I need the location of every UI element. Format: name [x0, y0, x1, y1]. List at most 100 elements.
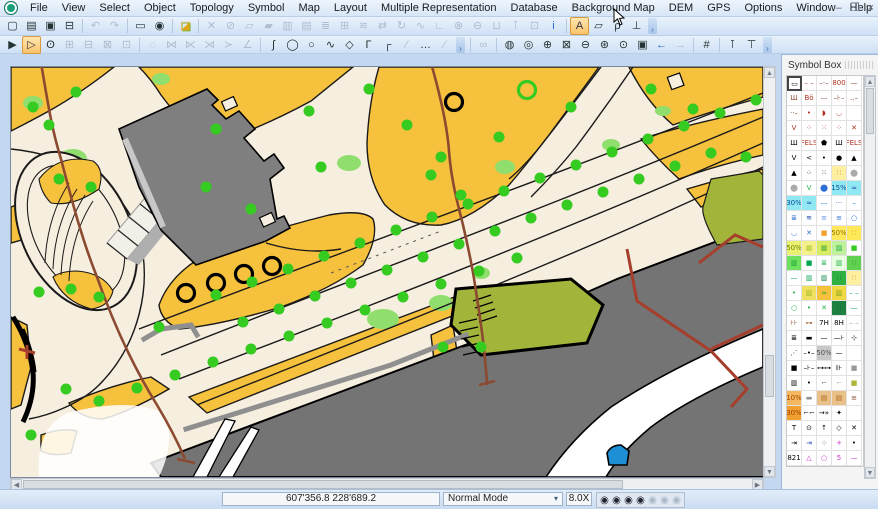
view-entire-map-icon[interactable]: ◉: [150, 17, 169, 35]
symbol-cell[interactable]: ⌐⌐: [802, 406, 817, 421]
symbol-cell[interactable]: ▬: [802, 331, 817, 346]
pan-tool-icon[interactable]: ◍: [500, 36, 519, 54]
map-canvas[interactable]: [10, 66, 764, 478]
mode-dropdown[interactable]: Normal Mode ▾: [443, 492, 563, 506]
symbol-cell[interactable]: 50%: [817, 346, 832, 361]
symbol-cell[interactable]: •: [802, 301, 817, 316]
symbol-cell[interactable]: –⊦–: [802, 361, 817, 376]
symbol-cell[interactable]: ⁘: [802, 121, 817, 136]
symbol-cell[interactable]: ▥: [787, 376, 802, 391]
symbol-cell[interactable]: – –: [847, 316, 862, 331]
symbol-cell[interactable]: ■: [847, 241, 862, 256]
symbol-cell[interactable]: ⊹: [847, 331, 862, 346]
find-objects-icon[interactable]: ∞: [474, 36, 493, 54]
symbol-cell[interactable]: →»: [817, 406, 832, 421]
print-icon[interactable]: ⊟: [60, 17, 79, 35]
zoom-out-icon[interactable]: ⊖: [576, 36, 595, 54]
symbol-cell[interactable]: 50%: [832, 226, 847, 241]
symbol-cell[interactable]: ▥: [832, 256, 847, 271]
toggle-grid-icon[interactable]: #: [697, 36, 716, 54]
symbol-cell[interactable]: •: [817, 151, 832, 166]
symbol-cell[interactable]: FELS: [802, 136, 817, 151]
toolbar-overflow-button[interactable]: ›: [763, 37, 772, 53]
symbol-cell[interactable]: Ш: [787, 136, 802, 151]
numeric-mode-icon[interactable]: …: [416, 36, 435, 54]
menu-select[interactable]: Select: [92, 0, 137, 17]
symbol-scroll-up[interactable]: ▲: [865, 76, 875, 87]
new-file-icon[interactable]: ▢: [3, 17, 22, 35]
save-file-icon[interactable]: ▣: [41, 17, 60, 35]
open-file-icon[interactable]: ▤: [22, 17, 41, 35]
symbol-cell[interactable]: ∷: [832, 166, 847, 181]
zoom-all-icon[interactable]: ⊠: [557, 36, 576, 54]
symbol-cell[interactable]: ✕: [847, 421, 862, 436]
symbol-cell[interactable]: ✕: [802, 226, 817, 241]
cut-area-icon[interactable]: ⋉: [181, 36, 200, 54]
symbol-cell[interactable]: ⊙: [802, 421, 817, 436]
symbol-cell[interactable]: ■: [817, 226, 832, 241]
symbol-cell[interactable]: 15%: [832, 181, 847, 196]
corner-point-icon[interactable]: ⊠: [98, 36, 117, 54]
angle-mode-icon[interactable]: ∠: [238, 36, 257, 54]
symbol-cell[interactable]: ▥: [802, 286, 817, 301]
symbol-cell[interactable]: ▤: [832, 391, 847, 406]
menu-options[interactable]: Options: [737, 0, 789, 17]
scroll-up-arrow[interactable]: ▲: [764, 67, 775, 78]
symbol-cell[interactable]: —: [847, 76, 862, 91]
lasso-tool-icon[interactable]: ʘ: [41, 36, 60, 54]
symbol-cell[interactable]: ■: [847, 376, 862, 391]
symbol-cell[interactable]: 50%: [787, 241, 802, 256]
ruler-horizontal-icon[interactable]: ⊺: [723, 36, 742, 54]
symbol-cell[interactable]: –: [847, 196, 862, 211]
zoom-selection-icon[interactable]: ⊙: [614, 36, 633, 54]
menu-database[interactable]: Database: [504, 0, 565, 17]
symbol-cell[interactable]: ≣: [787, 331, 802, 346]
symbol-cell[interactable]: ≣: [787, 211, 802, 226]
symbol-cell[interactable]: Ш: [832, 136, 847, 151]
orienteering-map[interactable]: [11, 67, 763, 477]
straight-draw-mode-icon[interactable]: Γ: [359, 36, 378, 54]
symbol-cell[interactable]: ◗: [817, 106, 832, 121]
circle-draw-mode-icon[interactable]: ○: [302, 36, 321, 54]
menu-window[interactable]: Window: [789, 0, 842, 17]
symbol-cell[interactable]: △: [802, 451, 817, 466]
align-objects-icon[interactable]: ≣: [316, 17, 335, 35]
symbol-cell[interactable]: ⌐: [817, 376, 832, 391]
cut-object-icon[interactable]: ⊗: [449, 17, 468, 35]
symbol-cell[interactable]: ▦: [802, 241, 817, 256]
symbol-cell[interactable]: ⊶⊶: [817, 361, 832, 376]
symbol-cell[interactable]: –•–: [802, 346, 817, 361]
pan-realtime-tool-icon[interactable]: ◎: [519, 36, 538, 54]
mirror-horizontal-icon[interactable]: ▥: [278, 17, 297, 35]
symbol-cell[interactable]: ⁘: [802, 166, 817, 181]
minimize-button[interactable]: –: [836, 1, 842, 15]
cut-icon[interactable]: ✕: [202, 17, 221, 35]
mirror-vertical-icon[interactable]: ▤: [297, 17, 316, 35]
smooth-object-icon[interactable]: ≋: [354, 17, 373, 35]
symbol-cell[interactable]: FELS: [847, 136, 862, 151]
reverse-object-icon[interactable]: ⇄: [373, 17, 392, 35]
symbol-cell[interactable]: ▨: [832, 241, 847, 256]
select-entire-map-icon[interactable]: ▭: [131, 17, 150, 35]
view-eye-button-5[interactable]: ◉: [647, 495, 658, 506]
symbol-cell[interactable]: ∷: [832, 301, 847, 316]
symbol-cell[interactable]: ⌐: [832, 376, 847, 391]
symbol-cell[interactable]: ■: [847, 361, 862, 376]
symbol-cell[interactable]: <: [802, 151, 817, 166]
symbol-cell[interactable]: [847, 106, 862, 121]
cut-hole-icon[interactable]: ⊖: [468, 17, 487, 35]
view-back-icon[interactable]: ←: [652, 36, 671, 54]
toolbar-overflow-button[interactable]: ›: [648, 18, 657, 34]
symbol-cell[interactable]: ▥: [787, 256, 802, 271]
symbol-cell[interactable]: ⬤: [817, 181, 832, 196]
perpendicular-mode-icon[interactable]: ⊥: [627, 17, 646, 35]
symbol-cell[interactable]: ≡: [832, 211, 847, 226]
scroll-down-arrow[interactable]: ▼: [764, 466, 775, 477]
stairway-draw-mode-icon[interactable]: ┌: [378, 36, 397, 54]
symbol-cell[interactable]: ✦: [832, 406, 847, 421]
symbol-cell[interactable]: ⊹: [817, 436, 832, 451]
symbol-cell[interactable]: T: [787, 421, 802, 436]
symbol-cell[interactable]: –·–: [817, 76, 832, 91]
symbol-cell[interactable]: ■: [802, 256, 817, 271]
symbol-cell[interactable]: 5: [832, 451, 847, 466]
